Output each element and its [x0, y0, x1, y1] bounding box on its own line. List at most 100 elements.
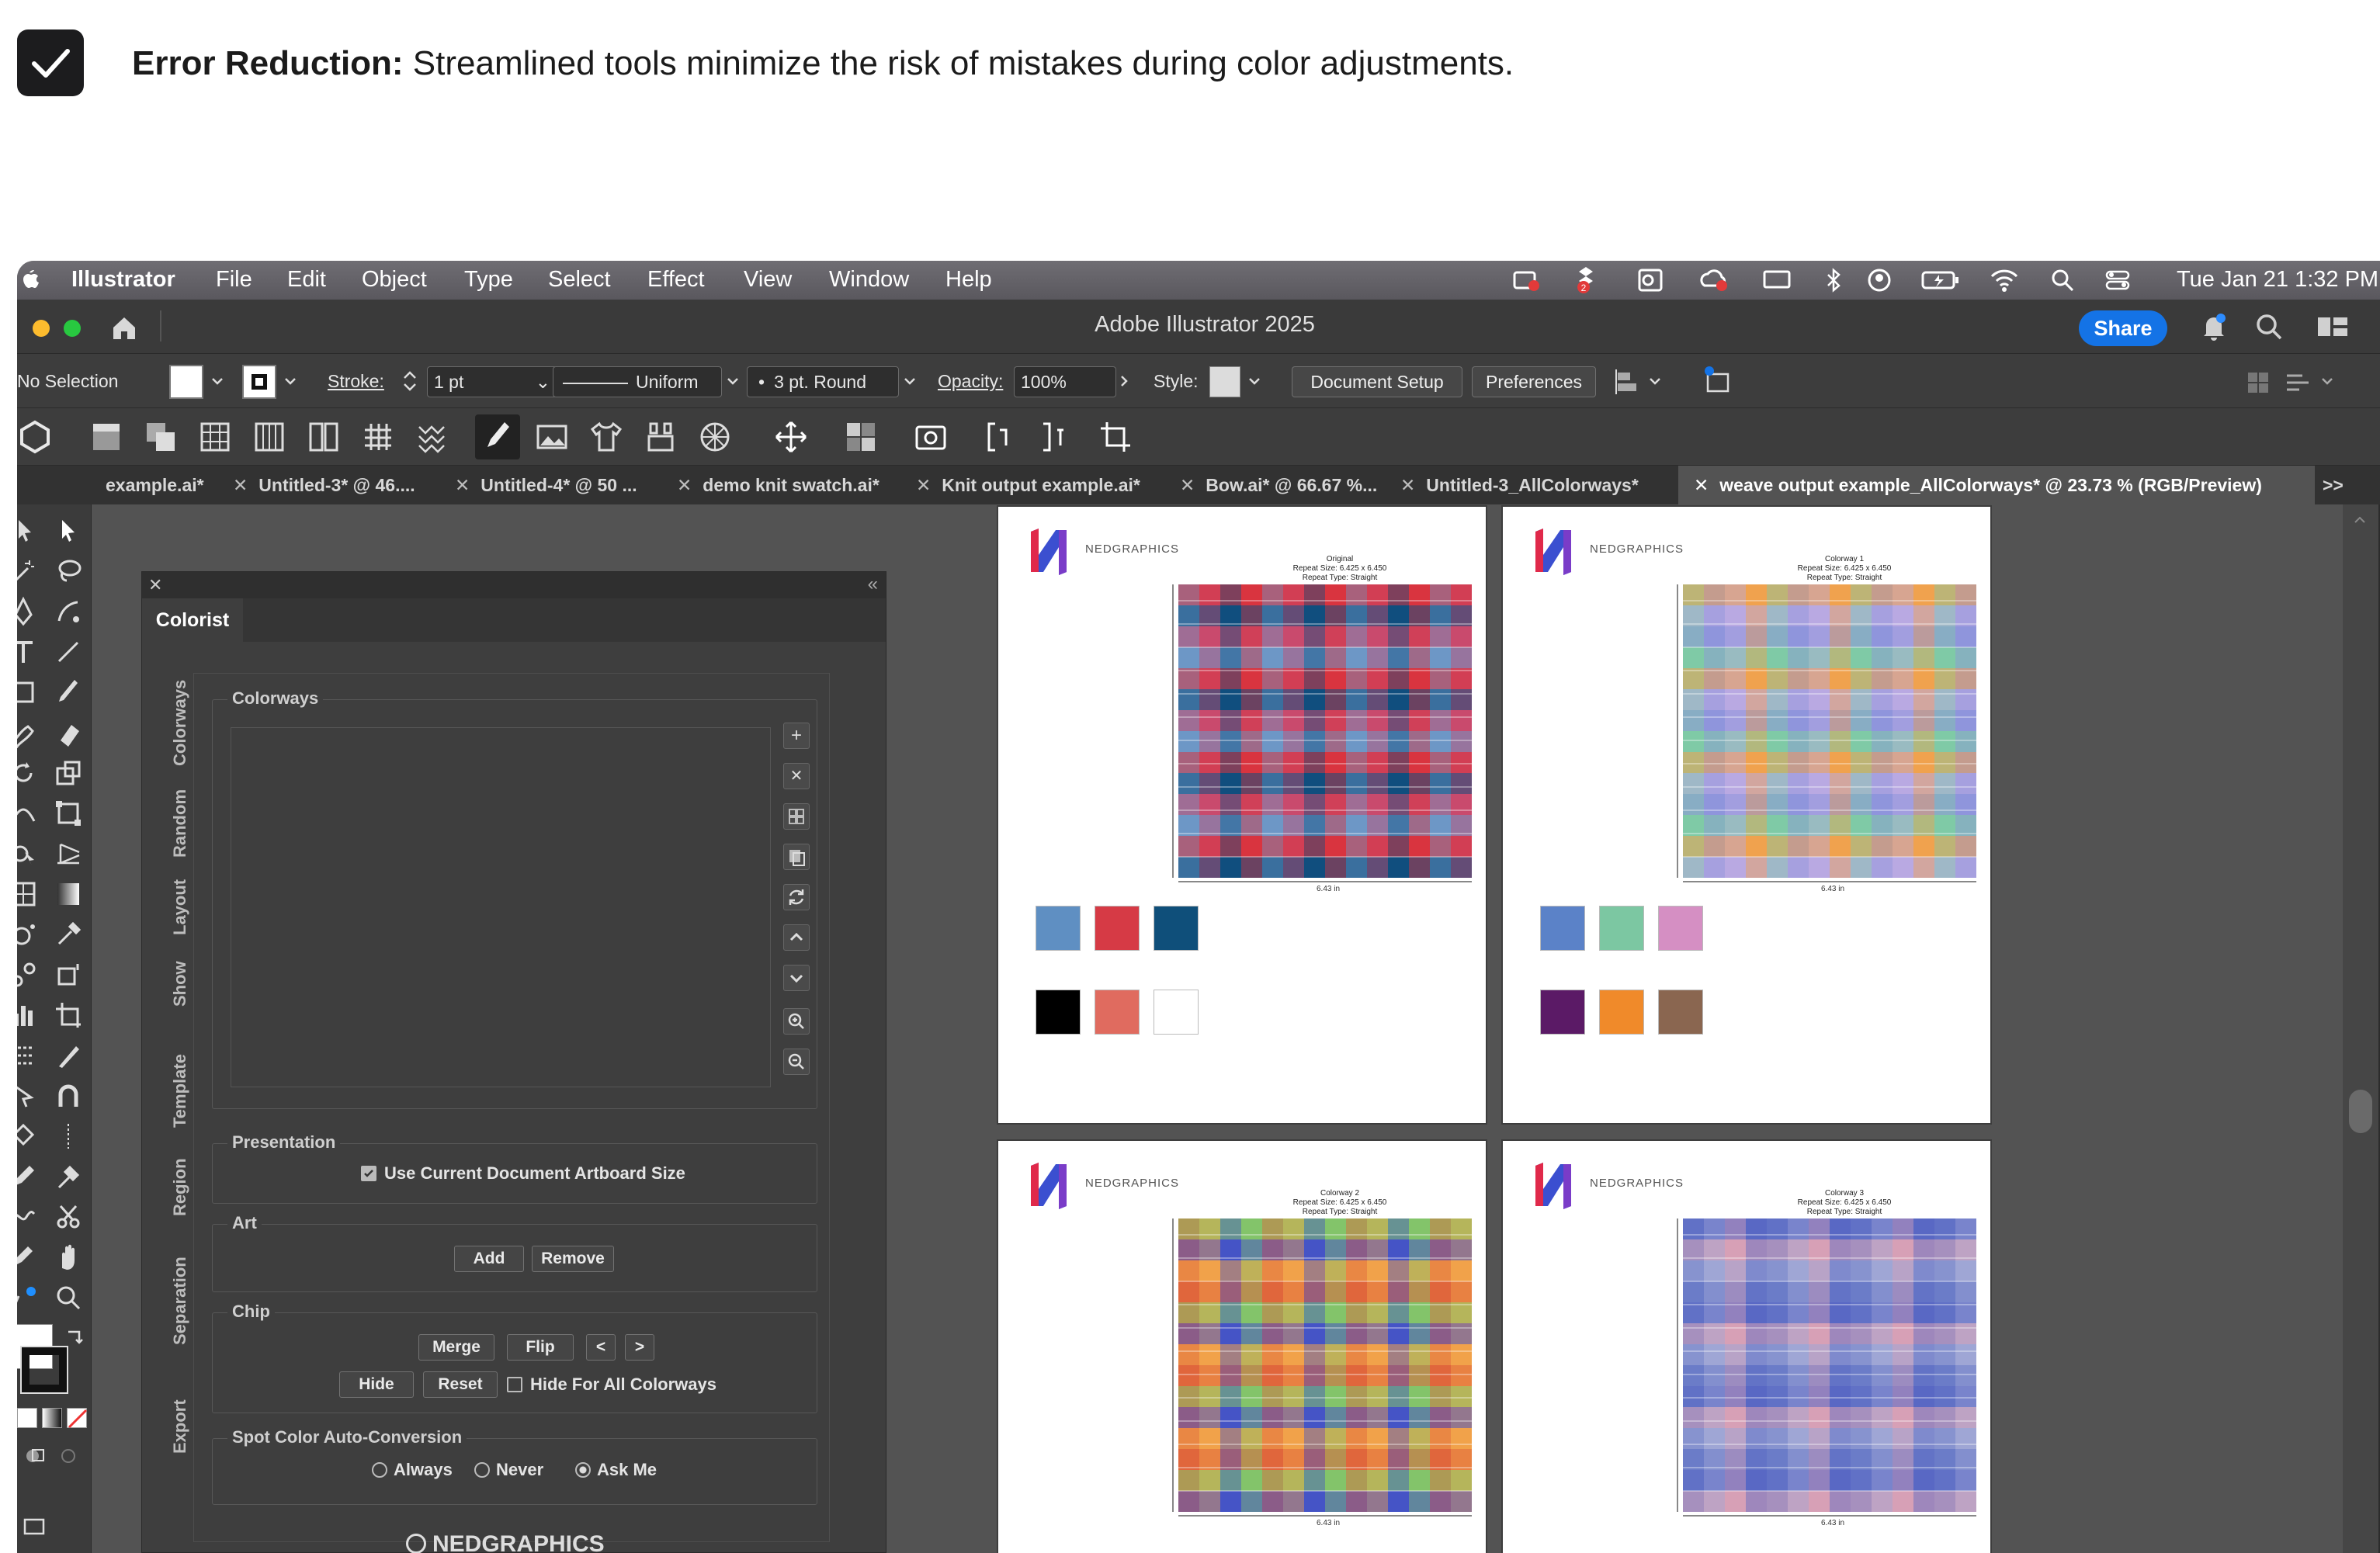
stroke-color-swatch[interactable]: [242, 365, 276, 399]
menu-object[interactable]: Object: [362, 267, 427, 293]
color-chip[interactable]: [1036, 906, 1081, 951]
chip-previous-button[interactable]: <: [586, 1334, 616, 1361]
notifications-bell-icon[interactable]: [2200, 312, 2228, 341]
rectangle-tool-icon[interactable]: [17, 677, 39, 708]
line-segment-tool-icon[interactable]: [53, 636, 84, 667]
draw-behind-icon[interactable]: [56, 1444, 81, 1468]
bracket-left-icon[interactable]: [983, 419, 1018, 455]
slice-tool-icon[interactable]: [17, 1040, 39, 1071]
close-tab-icon[interactable]: ✕: [1694, 475, 1709, 495]
close-tab-icon[interactable]: ✕: [1400, 475, 1415, 495]
tab-document[interactable]: ✕ Untitled-4* @ 50 ...: [455, 466, 637, 504]
chevron-up-icon[interactable]: [2352, 512, 2368, 528]
vertical-scrollbar-thumb[interactable]: [2349, 1090, 2372, 1133]
grid-pattern-icon[interactable]: [197, 419, 233, 455]
workspace-switcher-icon[interactable]: [2316, 315, 2349, 338]
tab-layout[interactable]: Layout: [170, 879, 190, 935]
stroke-color-box[interactable]: [20, 1346, 68, 1394]
shirt-icon[interactable]: [588, 419, 624, 455]
document-setup-button[interactable]: Document Setup: [1292, 366, 1462, 397]
paintbrush-tool-icon[interactable]: [53, 677, 84, 708]
symbol-sprayer-tool-icon[interactable]: [17, 919, 39, 950]
opacity-input[interactable]: 100%: [1014, 366, 1116, 397]
tab-document[interactable]: ✕ Bow.ai* @ 66.67 %...: [1180, 466, 1377, 504]
tab-document[interactable]: ✕ Untitled-3* @ 46....: [233, 466, 415, 504]
tab-region[interactable]: Region: [170, 1158, 190, 1216]
spotlight-search-icon[interactable]: [2049, 267, 2076, 293]
color-mode-icon[interactable]: [17, 1408, 37, 1428]
close-tab-icon[interactable]: ✕: [1180, 475, 1195, 495]
control-center-icon[interactable]: [2104, 267, 2132, 293]
close-icon[interactable]: ✕: [148, 575, 162, 595]
search-icon[interactable]: [2254, 312, 2284, 341]
image-icon[interactable]: [534, 419, 570, 455]
menu-edit[interactable]: Edit: [287, 267, 326, 293]
graphic-style-swatch[interactable]: [1209, 366, 1240, 397]
never-radio[interactable]: Never: [474, 1460, 543, 1480]
camera-icon[interactable]: [913, 419, 949, 455]
duplicate-colorway-icon[interactable]: [783, 844, 810, 870]
type-tool-icon[interactable]: [17, 636, 39, 667]
live-paint-bucket-tool-icon[interactable]: [53, 959, 84, 990]
remove-art-button[interactable]: Remove: [532, 1246, 614, 1272]
creative-cloud-icon[interactable]: [1698, 267, 1729, 293]
color-chip[interactable]: [1154, 906, 1199, 951]
reset-chip-button[interactable]: Reset: [423, 1371, 498, 1398]
tab-document[interactable]: ✕ demo knit swatch.ai*: [677, 466, 879, 504]
display-icon[interactable]: [1762, 269, 1793, 292]
share-button[interactable]: Share: [2079, 310, 2167, 346]
pencil-tool-icon[interactable]: [17, 1161, 39, 1192]
ask-me-radio[interactable]: Ask Me: [575, 1460, 657, 1480]
menu-file[interactable]: File: [216, 267, 252, 293]
apple-icon[interactable]: [20, 265, 39, 296]
stroke-weight-input[interactable]: 1 pt ⌄: [427, 366, 557, 397]
paint-bucket-icon[interactable]: [17, 1121, 39, 1152]
width-tool-icon[interactable]: [17, 798, 39, 829]
battery-icon[interactable]: [1920, 269, 1961, 292]
free-transform-tool-icon[interactable]: [53, 798, 84, 829]
color-wheel-icon[interactable]: [697, 419, 733, 455]
gradient-tool-icon[interactable]: [53, 879, 84, 910]
bluetooth-icon[interactable]: [1824, 267, 1843, 293]
arrange-documents-icon[interactable]: [1702, 363, 1736, 397]
artboard-tool-icon[interactable]: [53, 1000, 84, 1031]
artboard-colorway-3[interactable]: NEDGRAPHICS Colorway 3 Repeat Size: 6.425…: [1501, 1139, 1992, 1553]
puppet-warp-tool-icon[interactable]: [17, 1080, 39, 1111]
tab-document[interactable]: example.ai*: [106, 466, 204, 504]
selection-color-icon[interactable]: [17, 1282, 39, 1313]
color-chip[interactable]: [1036, 990, 1081, 1035]
chevron-down-icon[interactable]: [2319, 373, 2335, 388]
status-app-icon[interactable]: [1512, 269, 1540, 292]
merge-button[interactable]: Merge: [418, 1334, 494, 1361]
knife-tool-icon[interactable]: [53, 1040, 84, 1071]
tab-export[interactable]: Export: [170, 1399, 190, 1454]
artboard-colorway-2[interactable]: NEDGRAPHICS Colorway 2 Repeat Size: 6.425…: [997, 1139, 1487, 1553]
measure-tool-icon[interactable]: [53, 1121, 84, 1152]
user-icon[interactable]: [1866, 267, 1893, 293]
selection-tool-icon[interactable]: [53, 515, 84, 546]
pencil-edit-tool-icon[interactable]: [17, 1242, 39, 1273]
chevron-right-icon[interactable]: [1116, 373, 1132, 388]
brush-definition-dropdown[interactable]: • 3 pt. Round: [747, 366, 899, 397]
wifi-icon[interactable]: [1989, 267, 2020, 293]
add-art-button[interactable]: Add: [454, 1246, 524, 1272]
move-up-icon[interactable]: [783, 924, 810, 951]
direct-selection-tool-icon[interactable]: [17, 515, 39, 546]
outlook-icon[interactable]: [1636, 267, 1664, 293]
magic-wand-tool-icon[interactable]: [17, 556, 39, 587]
color-chip[interactable]: [1095, 906, 1140, 951]
menu-help[interactable]: Help: [945, 267, 992, 293]
tab-separation[interactable]: Separation: [170, 1257, 190, 1345]
bracket-right-icon[interactable]: [1037, 419, 1073, 455]
brush-tool-icon[interactable]: [475, 414, 520, 459]
tab-colorways[interactable]: Colorways: [170, 680, 190, 766]
tab-document[interactable]: ✕ Knit output example.ai*: [916, 466, 1140, 504]
chevron-down-icon[interactable]: [1247, 373, 1262, 388]
refresh-icon[interactable]: [783, 884, 810, 910]
vertical-scrollbar-track[interactable]: [2343, 504, 2380, 1553]
tab-document-active[interactable]: ✕ weave output example_AllColorways* @ 23…: [1678, 466, 2315, 504]
grid-view-icon[interactable]: [783, 803, 810, 830]
eraser-tool-icon[interactable]: [53, 717, 84, 748]
close-tab-icon[interactable]: ✕: [677, 475, 692, 495]
fill-color-swatch[interactable]: [169, 365, 203, 399]
